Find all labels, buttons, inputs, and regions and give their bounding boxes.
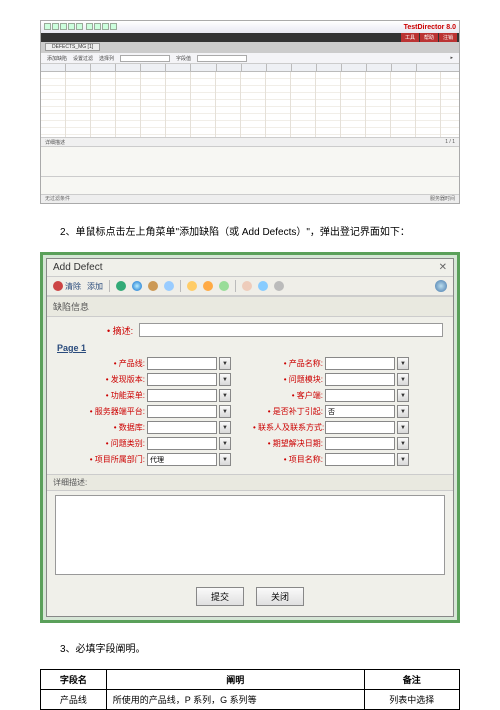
dict-icon[interactable] xyxy=(242,281,252,291)
field-label: 功能菜单: xyxy=(75,390,145,401)
field-input[interactable] xyxy=(147,437,217,450)
field-input[interactable] xyxy=(325,373,395,386)
tab-help[interactable]: 帮助 xyxy=(420,33,438,42)
page-label[interactable]: Page 1 xyxy=(47,341,453,355)
dropdown-icon[interactable]: ▼ xyxy=(219,421,231,434)
attach-icon[interactable] xyxy=(148,281,158,291)
book-icon[interactable] xyxy=(258,281,268,291)
field-spec-table: 字段名阐明备注 产品线所使用的产品线，P 系列，G 系列等列表中选择 xyxy=(40,669,460,710)
field-input[interactable] xyxy=(147,421,217,434)
field-input[interactable] xyxy=(325,389,395,402)
field-input[interactable] xyxy=(147,389,217,402)
close-icon[interactable]: ✕ xyxy=(439,262,447,273)
dropdown-icon[interactable]: ▼ xyxy=(397,421,409,434)
field-label: 发现版本: xyxy=(75,374,145,385)
field-label: 服务器端平台: xyxy=(75,406,145,417)
find-icon[interactable] xyxy=(164,281,174,291)
grid-body[interactable] xyxy=(41,72,459,137)
field-label: 联系人及联系方式: xyxy=(253,422,323,433)
clear-button[interactable]: 清除 xyxy=(53,281,81,292)
dropdown-icon[interactable]: ▼ xyxy=(397,453,409,466)
field-label: 产品线: xyxy=(75,358,145,369)
field-label: 项目所属部门: xyxy=(75,454,145,465)
check-icon[interactable] xyxy=(219,281,229,291)
dropdown-icon[interactable]: ▼ xyxy=(219,357,231,370)
add-button[interactable]: 添加 xyxy=(87,281,103,292)
dropdown-icon[interactable]: ▼ xyxy=(219,389,231,402)
field-input[interactable] xyxy=(325,357,395,370)
clear-icon xyxy=(53,281,63,291)
btn-add-defect[interactable]: 添加缺陷 xyxy=(47,55,67,62)
caption-2: 2、单鼠标点击左上角菜单"添加缺陷（或 Add Defects）"，弹出登记界面… xyxy=(40,224,460,242)
field-label: 项目名称: xyxy=(253,454,323,465)
field-label: 期望解决日期: xyxy=(253,438,323,449)
grid-toolbar: 添加缺陷 设置过滤 选择列 字段值 ▸ xyxy=(41,52,459,64)
field-label: 客户端: xyxy=(253,390,323,401)
summary-label: • 摘述: xyxy=(107,324,133,337)
dropdown-icon[interactable]: ▼ xyxy=(219,373,231,386)
dialog-toolbar: 清除 添加 xyxy=(47,277,453,296)
tab-tools[interactable]: 工具 xyxy=(401,33,419,42)
dropdown-icon[interactable]: ▼ xyxy=(397,373,409,386)
field-input[interactable] xyxy=(325,437,395,450)
dropdown-icon[interactable]: ▼ xyxy=(219,437,231,450)
table-header: 备注 xyxy=(364,670,459,690)
detail-pane-2 xyxy=(41,177,459,195)
spell-icon[interactable] xyxy=(187,281,197,291)
dropdown-icon[interactable]: ▼ xyxy=(219,453,231,466)
field-label: 产品名称: xyxy=(253,358,323,369)
app-brand: TestDirector 8.0 xyxy=(404,24,456,31)
field-input[interactable] xyxy=(325,453,395,466)
pager: 1 / 1 xyxy=(445,139,455,145)
dropdown-icon[interactable]: ▼ xyxy=(397,437,409,450)
add-defect-dialog: Add Defect ✕ 清除 添加 缺陷信息 • 摘述: Page 1 产品线… xyxy=(46,258,454,617)
field-input[interactable] xyxy=(147,405,217,418)
grid-header xyxy=(41,64,459,72)
toolbar-icons xyxy=(44,23,118,32)
summary-input[interactable] xyxy=(139,323,443,337)
tool-icon[interactable] xyxy=(274,281,284,291)
field-label: 数据库: xyxy=(75,422,145,433)
top-tabs: 工具 帮助 注销 xyxy=(41,33,459,42)
dropdown-icon[interactable]: ▼ xyxy=(397,357,409,370)
dropdown-icon[interactable]: ▼ xyxy=(219,405,231,418)
value-field[interactable] xyxy=(197,55,247,62)
lbl-fieldval: 字段值 xyxy=(176,55,191,62)
spell2-icon[interactable] xyxy=(203,281,213,291)
help-icon[interactable] xyxy=(435,280,447,292)
field-label: 问题类别: xyxy=(75,438,145,449)
btn-columns[interactable]: 选择列 xyxy=(99,55,114,62)
globe-icon[interactable] xyxy=(132,281,142,291)
submit-button[interactable]: 提交 xyxy=(196,587,244,606)
form-grid: 产品线: ▼ 产品名称: ▼ 发现版本: ▼ 问题模块: ▼ 功能菜单: ▼ 客户端: ▼ 服务器端平台… xyxy=(47,355,453,474)
field-input[interactable] xyxy=(147,357,217,370)
filter-field[interactable] xyxy=(120,55,170,62)
section-defect-info: 缺陷信息 xyxy=(47,296,453,317)
detail-pane xyxy=(41,147,459,177)
caption-3: 3、必填字段阐明。 xyxy=(40,641,460,659)
field-input[interactable]: 代理 xyxy=(147,453,217,466)
dropdown-icon[interactable]: ▼ xyxy=(397,389,409,402)
field-label: 问题模块: xyxy=(253,374,323,385)
detail-textarea[interactable] xyxy=(55,495,445,575)
app-screenshot: TestDirector 8.0 工具 帮助 注销 DEFECTS_MG [1]… xyxy=(40,20,460,204)
tab-logout[interactable]: 注销 xyxy=(439,33,457,42)
field-label: 是否补丁引起: xyxy=(253,406,323,417)
status-left: 无过滤条件 xyxy=(45,195,70,203)
table-header: 字段名 xyxy=(41,670,107,690)
dialog-screenshot: Add Defect ✕ 清除 添加 缺陷信息 • 摘述: Page 1 产品线… xyxy=(40,252,460,623)
table-header: 阐明 xyxy=(106,670,364,690)
btn-filter[interactable]: 设置过滤 xyxy=(73,55,93,62)
field-input[interactable]: 否 xyxy=(325,405,395,418)
field-input[interactable] xyxy=(325,421,395,434)
close-button[interactable]: 关闭 xyxy=(256,587,304,606)
dropdown-icon[interactable]: ▼ xyxy=(397,405,409,418)
paste-icon[interactable] xyxy=(116,281,126,291)
detail-header: 详细描述: xyxy=(47,474,453,491)
file-tab[interactable]: DEFECTS_MG [1] xyxy=(45,43,100,51)
detail-tab[interactable]: 详细描述 xyxy=(45,139,65,146)
status-right: 服务器时间 xyxy=(430,195,455,203)
field-input[interactable] xyxy=(147,373,217,386)
dialog-title: Add Defect xyxy=(53,262,102,273)
